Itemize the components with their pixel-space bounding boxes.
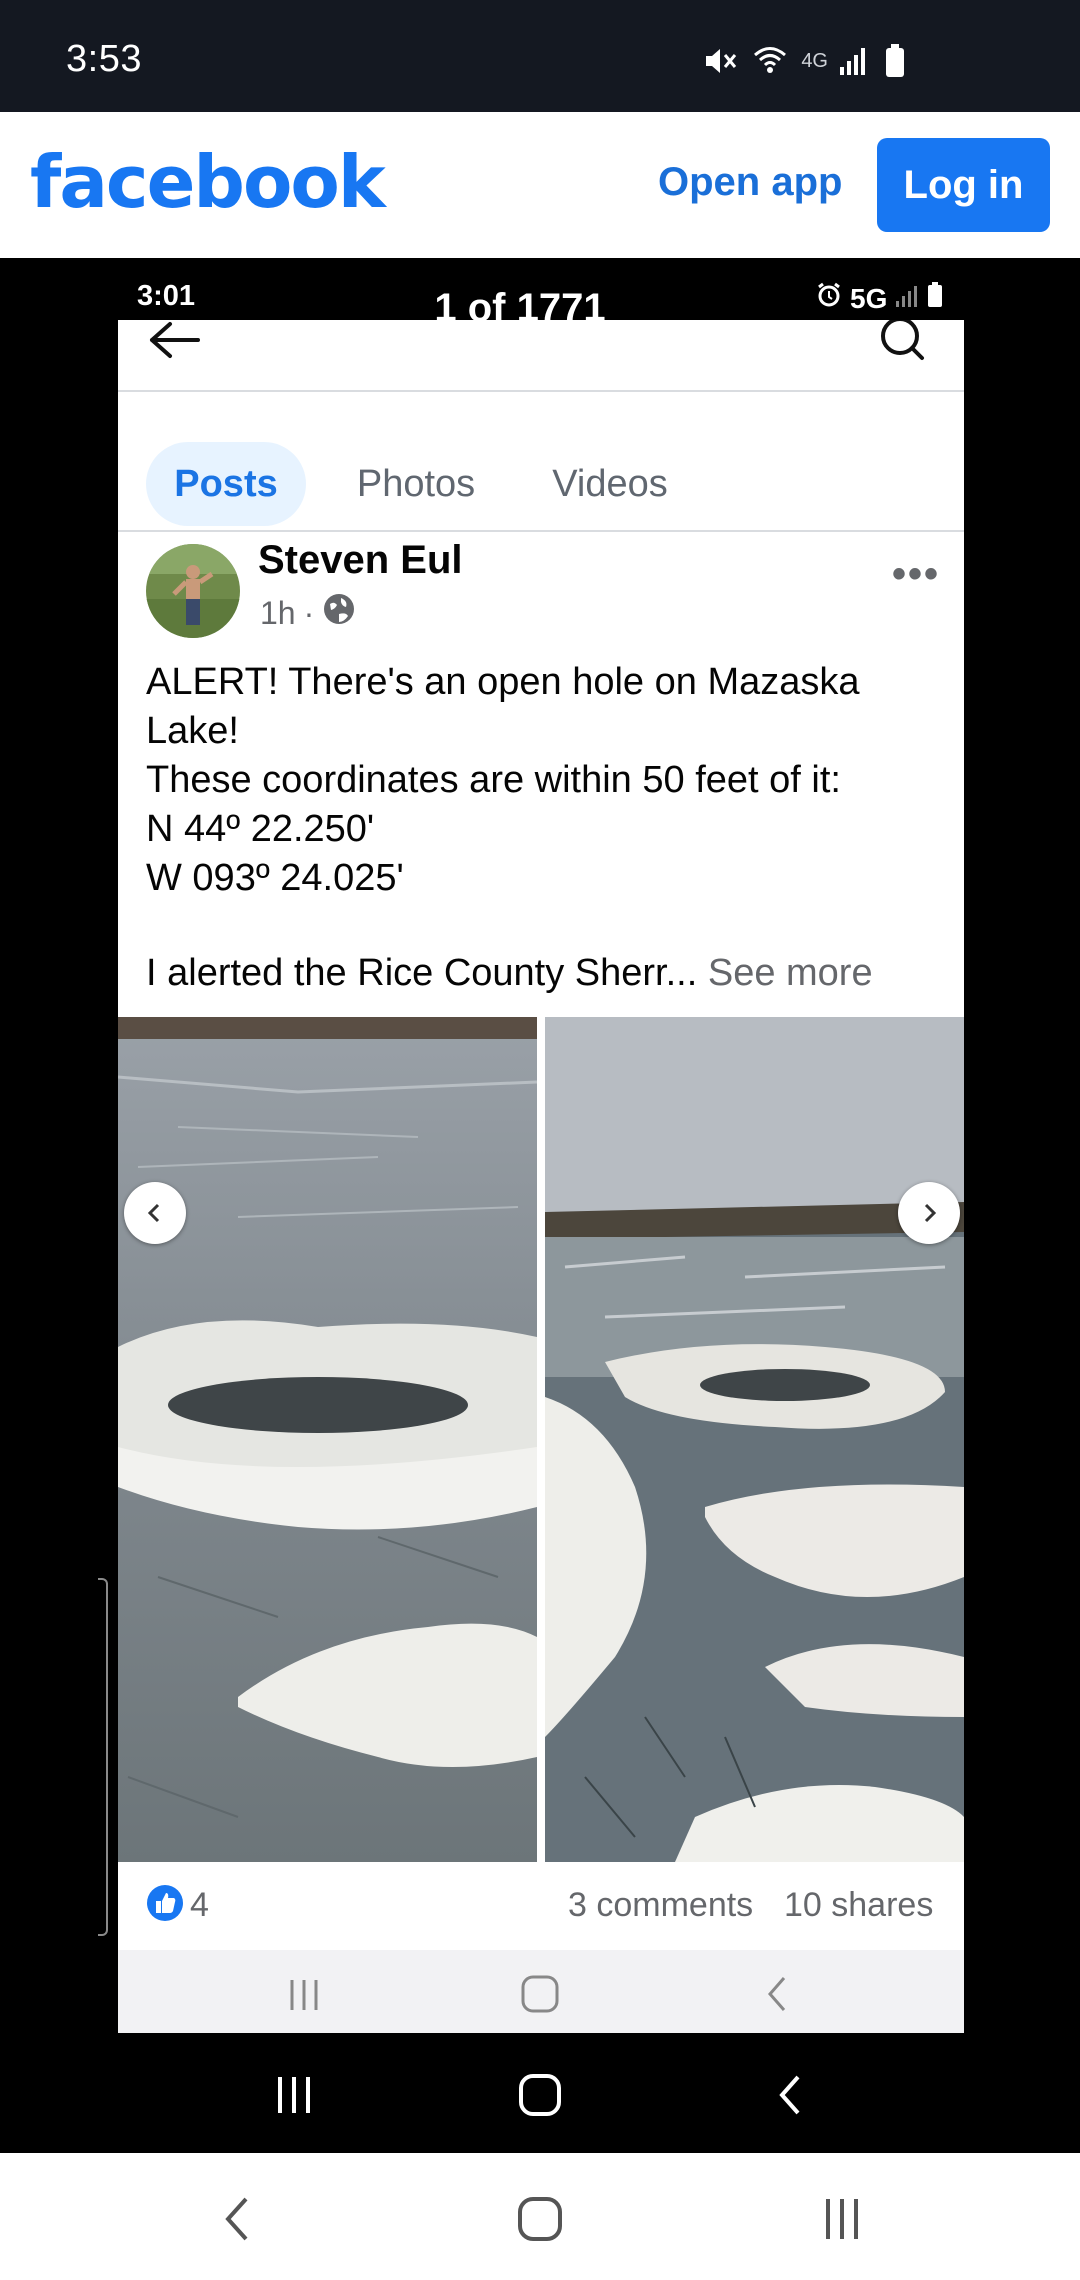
recents-icon	[284, 1974, 324, 2019]
post-author[interactable]: Steven Eul	[258, 538, 463, 583]
system-nav-bar	[0, 2153, 1080, 2280]
next-photo-button[interactable]	[898, 1182, 960, 1244]
post-text-line: N 44º 22.250'	[146, 808, 375, 850]
screen: 3:53 4G facebook Open app Log in 3:01 1 …	[0, 0, 1080, 2280]
see-more-link[interactable]: See more	[708, 952, 873, 994]
facebook-logo[interactable]: facebook	[30, 140, 386, 224]
globe-icon	[322, 592, 356, 634]
post-text: ALERT! There's an open hole on Mazaska L…	[146, 658, 946, 903]
tab-posts[interactable]: Posts	[146, 442, 306, 526]
top-nav	[118, 320, 964, 392]
alarm-icon	[816, 282, 842, 315]
network-type: 4G	[801, 49, 828, 72]
chevron-left-icon	[147, 1203, 160, 1223]
inner-nav-bar	[118, 1950, 964, 2033]
previous-photo-button[interactable]	[124, 1182, 186, 1244]
recents-icon[interactable]	[820, 2195, 864, 2248]
post-text-line: ALERT! There's an open hole on Mazaska	[146, 661, 860, 703]
photo-1[interactable]	[118, 1017, 537, 1862]
post-meta: 1h ·	[260, 592, 356, 634]
post-header: Steven Eul 1h · •••	[118, 534, 964, 644]
tab-photos[interactable]: Photos	[336, 442, 496, 526]
home-icon	[520, 1974, 560, 2019]
inner-battery-icon	[927, 282, 943, 315]
meta-separator: ·	[303, 594, 315, 631]
open-app-link[interactable]: Open app	[658, 160, 842, 205]
avatar[interactable]	[146, 544, 240, 638]
home-icon	[518, 2073, 562, 2122]
post-photos	[118, 1017, 964, 1862]
side-bracket	[98, 1578, 108, 1936]
inner-status-icons: 5G	[816, 282, 943, 315]
post-text-line: W 093º 24.025'	[146, 857, 404, 899]
post-truncated-line: I alerted the Rice County Sherr... See m…	[146, 952, 873, 995]
like-icon[interactable]	[146, 1884, 184, 1927]
photo-2[interactable]	[545, 1017, 964, 1862]
comments-count[interactable]: 3 comments	[568, 1886, 753, 1925]
inner-signal-icon	[895, 283, 919, 315]
wifi-icon	[753, 44, 787, 78]
truncated-text: I alerted the Rice County Sherr...	[146, 952, 698, 994]
home-icon[interactable]	[516, 2195, 564, 2248]
back-arrow-icon[interactable]	[146, 320, 202, 365]
profile-tabs: Posts Photos Videos	[118, 392, 964, 532]
tab-videos[interactable]: Videos	[530, 442, 690, 526]
post-time[interactable]: 1h	[260, 595, 296, 632]
reactions-bar: 4 3 comments 10 shares	[118, 1862, 964, 1950]
mute-icon	[703, 45, 739, 77]
like-count[interactable]: 4	[190, 1886, 209, 1925]
chevron-right-icon	[924, 1203, 937, 1223]
log-in-button[interactable]: Log in	[877, 138, 1050, 232]
recents-icon	[272, 2075, 316, 2120]
screenshot-nav-bar	[0, 2033, 1080, 2153]
status-time: 3:53	[66, 38, 142, 80]
back-icon	[770, 2073, 810, 2122]
inner-status-bar: 3:01 1 of 1771 5G	[0, 258, 1080, 330]
more-options-button[interactable]: •••	[892, 552, 940, 597]
post-text-line: Lake!	[146, 710, 239, 752]
battery-icon	[884, 44, 906, 78]
shares-count[interactable]: 10 shares	[784, 1886, 933, 1925]
status-icons: 4G	[703, 44, 906, 78]
back-icon	[758, 1974, 798, 2019]
back-icon[interactable]	[218, 2195, 258, 2248]
search-icon[interactable]	[878, 320, 928, 367]
facebook-header: facebook Open app Log in	[0, 112, 1080, 258]
status-bar: 3:53 4G	[0, 0, 1080, 112]
post-text-line: These coordinates are within 50 feet of …	[146, 759, 841, 801]
post-screenshot: Posts Photos Videos Steven Eul 1h · ••• …	[118, 320, 964, 2033]
inner-network-type: 5G	[850, 282, 888, 314]
signal-icon	[838, 45, 870, 77]
